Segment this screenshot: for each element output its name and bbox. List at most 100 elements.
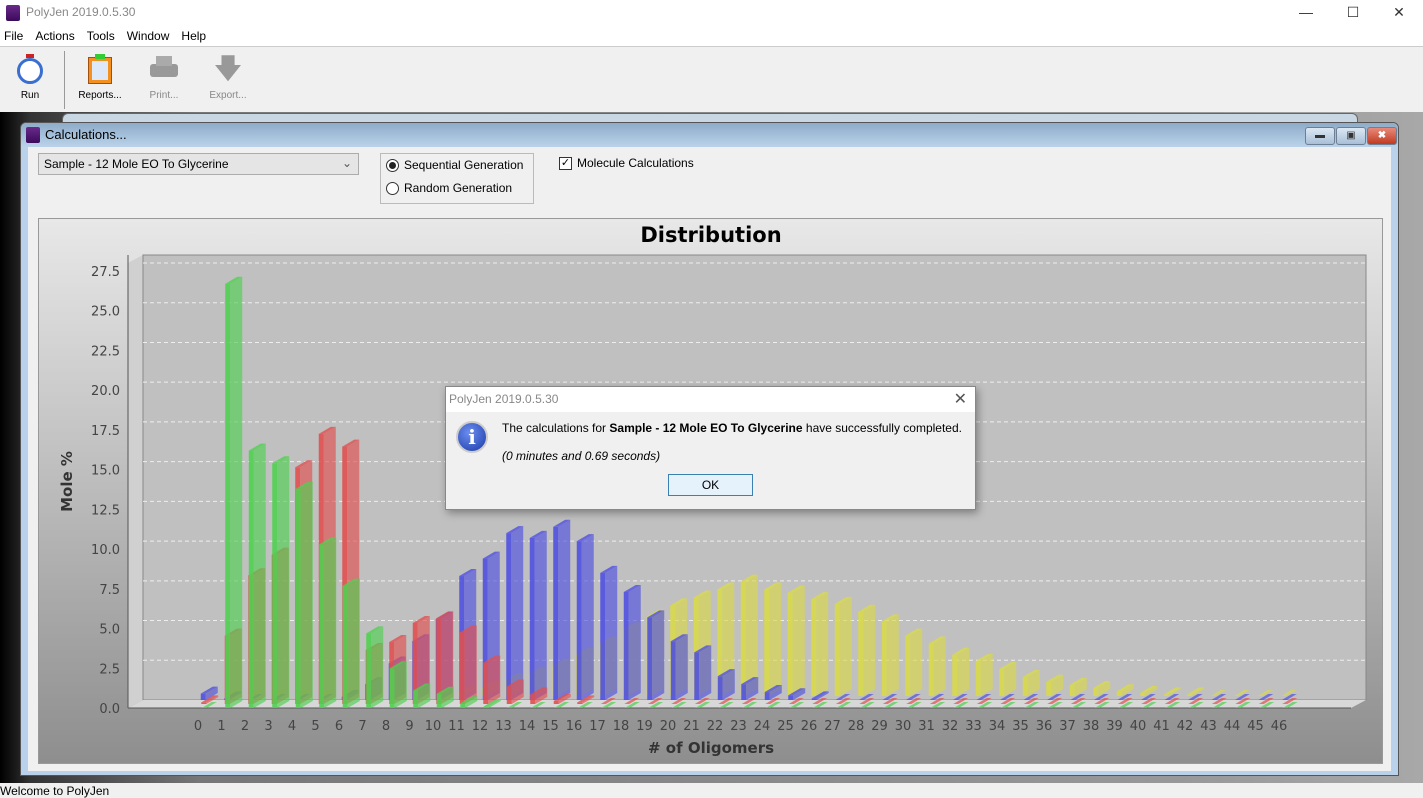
bar (811, 599, 817, 696)
export-button[interactable]: 🡇 Export... (198, 54, 258, 102)
sample-select[interactable]: Sample - 12 Mole EO To Glycerine ⌄ (38, 153, 359, 175)
frame-restore-button[interactable]: ▣ (1336, 127, 1366, 145)
molecule-calculations-checkbox[interactable]: ✓ Molecule Calculations (559, 156, 694, 170)
bar-side (253, 443, 266, 708)
print-label: Print... (149, 90, 179, 101)
minimize-button[interactable]: — (1283, 0, 1329, 26)
ok-button[interactable]: OK (668, 474, 753, 496)
dialog-elapsed-time: (0 minutes and 0.69 seconds) (502, 449, 661, 463)
bar (741, 684, 747, 700)
x-tick-label: 26 (801, 719, 818, 734)
bar-side (300, 481, 313, 708)
x-tick-label: 41 (1153, 719, 1170, 734)
bar (905, 635, 911, 696)
menu-file[interactable]: File (0, 26, 28, 46)
bar-side (863, 604, 876, 696)
bar (694, 652, 700, 700)
x-tick-label: 34 (989, 719, 1006, 734)
close-button[interactable]: ✕ (1376, 0, 1422, 26)
bar (740, 581, 746, 696)
bar-side (816, 592, 829, 696)
bar-side (277, 456, 290, 708)
dialog-titlebar: PolyJen 2019.0.5.30 ✕ (446, 387, 975, 412)
bar (436, 618, 442, 704)
run-button[interactable]: Run (0, 54, 60, 101)
toolbar: Run Reports... Print... 🡇 Export... (0, 48, 1423, 112)
sequential-generation-radio[interactable]: Sequential Generation (386, 158, 523, 172)
bar (623, 591, 629, 700)
x-tick-label: 7 (358, 719, 366, 734)
menu-window[interactable]: Window (123, 26, 175, 46)
bar (881, 621, 887, 696)
x-tick-label: 33 (965, 719, 982, 734)
bar-side (464, 625, 477, 704)
generation-group: Sequential Generation Random Generation (380, 153, 534, 204)
y-tick-label: 20.0 (91, 384, 120, 399)
x-tick-label: 17 (589, 719, 606, 734)
x-tick-label: 8 (382, 719, 390, 734)
status-text: Welcome to PolyJen (0, 784, 110, 798)
bar (460, 703, 466, 708)
bar (1116, 691, 1122, 696)
bar (1069, 684, 1075, 696)
bar (529, 537, 535, 700)
x-tick-label: 27 (824, 719, 841, 734)
bar-side (394, 661, 407, 708)
dialog-close-button[interactable]: ✕ (954, 389, 967, 409)
menu-actions[interactable]: Actions (31, 26, 79, 46)
x-tick-label: 37 (1059, 719, 1076, 734)
y-tick-label: 27.5 (91, 265, 120, 280)
bar-side (886, 614, 899, 696)
y-tick-label: 25.0 (91, 305, 120, 320)
bar-side (371, 626, 384, 708)
y-tick-label: 7.5 (99, 583, 120, 598)
bar (647, 617, 653, 700)
frame-close-button[interactable]: ✖ (1367, 127, 1397, 145)
bar (483, 706, 489, 708)
menubar: File Actions Tools Window Help (0, 26, 1423, 47)
reports-button[interactable]: Reports... (70, 54, 130, 101)
bar-side (324, 537, 337, 708)
x-tick-label: 6 (335, 719, 343, 734)
bar (366, 633, 372, 708)
bar-side (581, 534, 594, 700)
y-tick-label: 5.0 (99, 623, 120, 638)
x-tick-label: 36 (1036, 719, 1053, 734)
bar (201, 702, 207, 704)
bar-side (675, 634, 688, 700)
bar (200, 693, 206, 700)
window-logo-icon (26, 127, 40, 143)
x-tick-label: 16 (566, 719, 583, 734)
app-titlebar: PolyJen 2019.0.5.30 — ☐ ✕ (0, 0, 1423, 26)
bar (225, 283, 231, 708)
bar (553, 526, 559, 700)
y-tick-label: 10.0 (91, 543, 120, 558)
x-tick-label: 35 (1012, 719, 1029, 734)
bar-side (230, 276, 243, 708)
x-tick-label: 13 (495, 719, 512, 734)
bar-side (534, 530, 547, 700)
menu-tools[interactable]: Tools (83, 26, 120, 46)
x-tick-label: 44 (1224, 719, 1241, 734)
bar (788, 695, 794, 700)
sequential-label: Sequential Generation (404, 158, 524, 172)
dialog-title: PolyJen 2019.0.5.30 (449, 392, 559, 406)
random-generation-radio[interactable]: Random Generation (386, 181, 512, 195)
bar (576, 541, 582, 700)
y-tick-label: 17.5 (91, 424, 120, 439)
x-tick-label: 43 (1200, 719, 1217, 734)
completion-dialog: PolyJen 2019.0.5.30 ✕ i The calculations… (445, 386, 976, 510)
reports-label: Reports... (78, 90, 122, 101)
x-tick-label: 29 (871, 719, 888, 734)
random-label: Random Generation (404, 181, 513, 195)
print-button[interactable]: Print... (134, 54, 194, 101)
bar (928, 643, 934, 696)
info-icon: i (456, 421, 488, 453)
x-tick-label: 14 (519, 719, 536, 734)
frame-minimize-button[interactable]: ▬ (1305, 127, 1335, 145)
calculations-titlebar (21, 123, 1398, 147)
menu-help[interactable]: Help (177, 26, 211, 46)
bar (1046, 681, 1052, 696)
x-tick-label: 46 (1271, 719, 1288, 734)
maximize-button[interactable]: ☐ (1330, 0, 1376, 26)
